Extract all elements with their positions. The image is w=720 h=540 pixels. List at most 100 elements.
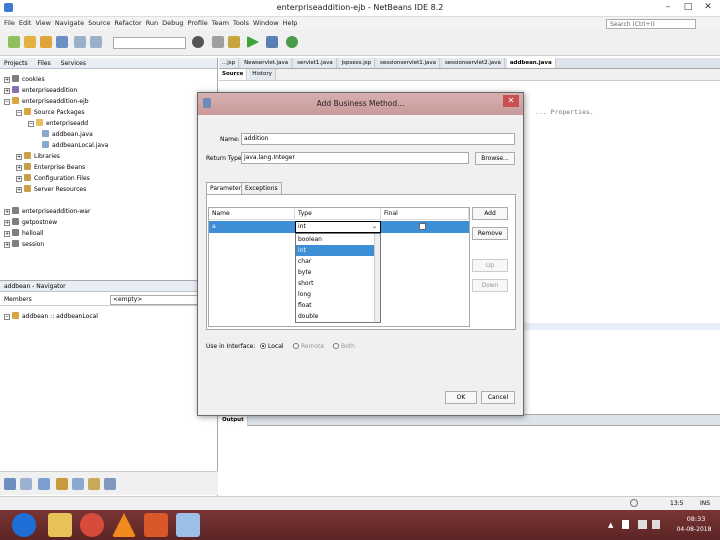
editor-tab[interactable]: ...jsp: [219, 58, 240, 68]
menu-item-navigate[interactable]: Navigate: [55, 17, 84, 30]
menu-item-window[interactable]: Window: [253, 17, 279, 30]
type-option[interactable]: char: [296, 256, 380, 267]
build-icon[interactable]: [228, 36, 240, 48]
filter-icon[interactable]: [4, 478, 16, 490]
menu-item-view[interactable]: View: [35, 17, 50, 30]
new-file-icon[interactable]: [8, 36, 20, 48]
undo-icon[interactable]: [74, 36, 86, 48]
maximize-button[interactable]: □: [680, 1, 696, 14]
menu-item-edit[interactable]: Edit: [19, 17, 32, 30]
dialog-close-button[interactable]: ✕: [503, 95, 519, 107]
up-button[interactable]: Up: [472, 259, 508, 272]
column-header-name[interactable]: Name: [209, 208, 295, 220]
flag-icon[interactable]: [622, 520, 629, 529]
radio-local[interactable]: Local: [260, 343, 284, 350]
tree-item[interactable]: addbean.java: [42, 129, 93, 140]
column-header-type[interactable]: Type: [295, 208, 381, 220]
netbeans-taskbar-icon[interactable]: [176, 513, 200, 537]
type-option[interactable]: long: [296, 289, 380, 300]
profile-icon[interactable]: [286, 36, 298, 48]
filter-icon[interactable]: [20, 478, 32, 490]
editor-tab[interactable]: sessionservlet2.java: [441, 58, 505, 68]
tree-item[interactable]: + Server Resources: [16, 184, 86, 195]
network-icon[interactable]: [638, 520, 647, 529]
browse-button[interactable]: Browse...: [475, 152, 515, 165]
menu-item-help[interactable]: Help: [283, 17, 298, 30]
type-option[interactable]: boolean: [296, 234, 380, 245]
final-checkbox[interactable]: [419, 223, 426, 230]
filter-icon[interactable]: [38, 478, 50, 490]
type-combobox[interactable]: int ⌄: [295, 221, 381, 233]
redo-icon[interactable]: [90, 36, 102, 48]
menu-item-run[interactable]: Run: [146, 17, 158, 30]
editor-tab-active[interactable]: addbean.java: [506, 58, 556, 68]
menu-item-refactor[interactable]: Refactor: [114, 17, 141, 30]
filter-icon[interactable]: [88, 478, 100, 490]
remove-param-button[interactable]: Remove: [472, 227, 508, 240]
notifications-icon[interactable]: [630, 499, 638, 507]
chrome-icon[interactable]: [80, 513, 104, 537]
run-icon[interactable]: [247, 36, 259, 48]
globe-icon[interactable]: [192, 36, 204, 48]
tab-projects[interactable]: Projects: [0, 58, 32, 69]
clean-build-icon[interactable]: [212, 36, 224, 48]
powerpoint-icon[interactable]: [144, 513, 168, 537]
volume-icon[interactable]: [652, 520, 660, 529]
tab-navigator[interactable]: addbean - Navigator: [0, 281, 70, 292]
tree-item[interactable]: + session: [4, 239, 44, 250]
options-scrollbar[interactable]: [374, 234, 380, 322]
menu-item-profile[interactable]: Profile: [188, 17, 208, 30]
close-button[interactable]: ✕: [700, 1, 716, 14]
tree-item[interactable]: + Libraries: [16, 151, 60, 162]
column-header-final[interactable]: Final: [381, 208, 469, 220]
tab-history[interactable]: History: [249, 69, 276, 80]
lock-icon[interactable]: [56, 478, 68, 490]
type-option-selected[interactable]: int: [296, 245, 380, 256]
debug-icon[interactable]: [266, 36, 278, 48]
down-button[interactable]: Down: [472, 279, 508, 292]
type-option[interactable]: double: [296, 311, 380, 322]
internet-explorer-icon[interactable]: [12, 513, 36, 537]
editor-tab[interactable]: jspsess.jsp: [338, 58, 376, 68]
type-option[interactable]: short: [296, 278, 380, 289]
tab-files[interactable]: Files: [34, 58, 55, 69]
tree-item[interactable]: + cookies: [4, 74, 45, 85]
ok-button[interactable]: OK: [445, 391, 477, 404]
open-project-icon[interactable]: [40, 36, 52, 48]
tree-item[interactable]: + getpostnew: [4, 217, 57, 228]
tree-item[interactable]: + enterpriseaddition-war: [4, 206, 90, 217]
tree-item[interactable]: − enterpriseaddition-ejb: [4, 96, 89, 107]
new-project-icon[interactable]: [24, 36, 36, 48]
sort-icon[interactable]: [104, 478, 116, 490]
name-field[interactable]: addition: [241, 133, 515, 145]
editor-tab[interactable]: Newservlet.java: [241, 58, 293, 68]
type-option[interactable]: float: [296, 300, 380, 311]
tab-output[interactable]: Output: [219, 415, 248, 426]
tree-item[interactable]: − enterpriseadd: [28, 118, 88, 129]
tab-exceptions[interactable]: Exceptions: [241, 182, 282, 194]
search-input[interactable]: Search (Ctrl+I): [606, 19, 696, 29]
tree-item[interactable]: addbeanLocal.java: [42, 140, 108, 151]
filter-icon[interactable]: [72, 478, 84, 490]
tree-item[interactable]: − Source Packages: [16, 107, 85, 118]
tree-item[interactable]: + Enterprise Beans: [16, 162, 85, 173]
file-explorer-icon[interactable]: [48, 513, 72, 537]
radio-remote[interactable]: Remote: [293, 343, 324, 350]
tray-arrow-icon[interactable]: ▲: [608, 521, 613, 529]
navigator-item[interactable]: − addbean :: addbeanLocal: [4, 311, 98, 322]
save-all-icon[interactable]: [56, 36, 68, 48]
param-name-cell[interactable]: a: [212, 223, 216, 230]
tree-item[interactable]: + Configuration Files: [16, 173, 90, 184]
editor-tab[interactable]: sessionservlet1.java: [377, 58, 441, 68]
minimize-button[interactable]: –: [660, 1, 676, 14]
config-dropdown[interactable]: [113, 37, 186, 49]
tree-item[interactable]: + helloall: [4, 228, 44, 239]
menu-item-team[interactable]: Team: [212, 17, 229, 30]
menu-item-source[interactable]: Source: [88, 17, 110, 30]
tree-item[interactable]: + enterpriseaddition: [4, 85, 77, 96]
return-type-field[interactable]: java.lang.Integer: [241, 152, 469, 164]
menu-item-tools[interactable]: Tools: [233, 17, 249, 30]
editor-tab[interactable]: servlet1.java: [294, 58, 337, 68]
cancel-button[interactable]: Cancel: [481, 391, 515, 404]
tab-services[interactable]: Services: [57, 58, 90, 69]
